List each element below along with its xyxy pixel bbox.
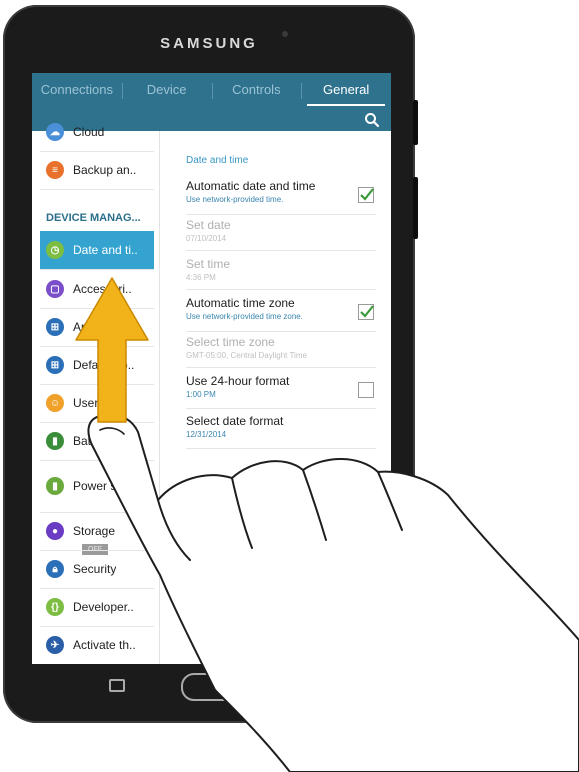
swipe-up-arrow-icon bbox=[75, 277, 149, 423]
gesture-overlay bbox=[75, 277, 579, 772]
pointing-hand-illustration bbox=[87, 413, 579, 772]
